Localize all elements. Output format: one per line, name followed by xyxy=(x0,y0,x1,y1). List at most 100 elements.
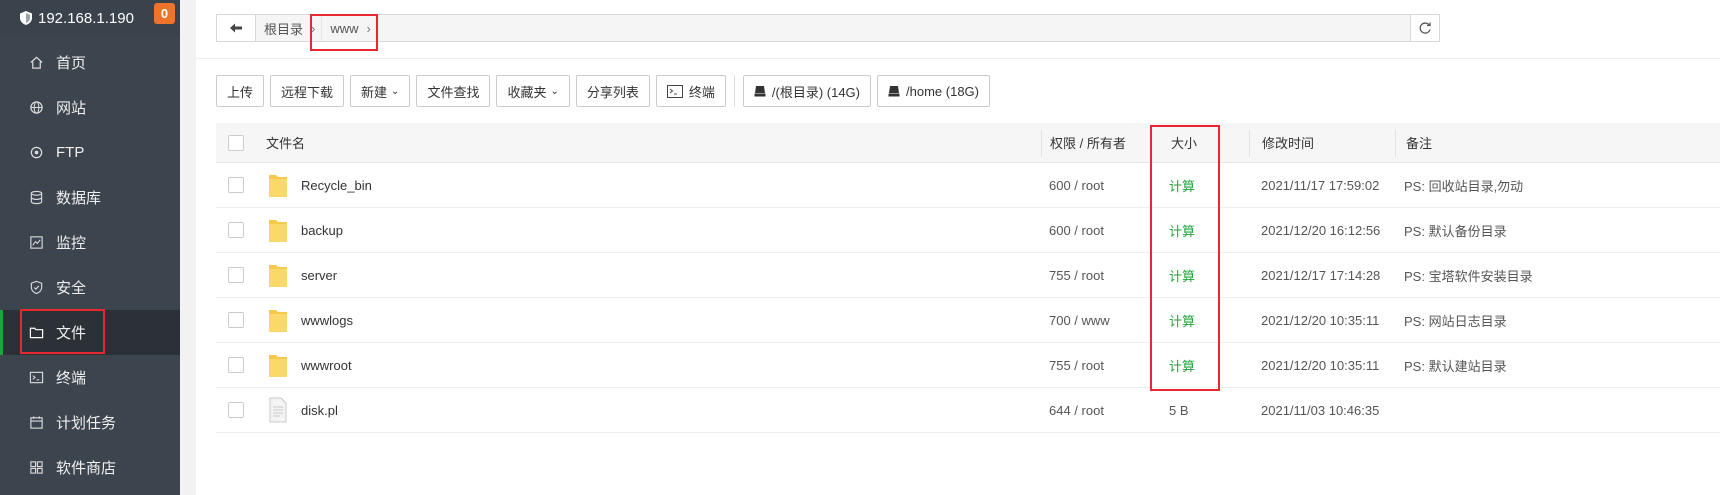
table-row[interactable]: wwwlogs 700 / www 计算 2021/12/20 10:35:11… xyxy=(216,298,1720,343)
folder-icon xyxy=(269,310,287,332)
sidebar-item-label: 数据库 xyxy=(56,190,102,207)
file-permission[interactable]: 600 / root xyxy=(1049,223,1104,238)
column-divider xyxy=(1041,129,1042,157)
apps-icon xyxy=(28,460,44,476)
file-permission[interactable]: 755 / root xyxy=(1049,268,1104,283)
share-list-button[interactable]: 分享列表 xyxy=(575,75,650,107)
disk-root-button[interactable]: /(根目录) (14G) xyxy=(742,75,872,107)
sidebar-item-security[interactable]: 安全 xyxy=(0,265,180,310)
sidebar: 192.168.1.190 0 首页 网站 FTP 数据库 监控 安全 文件 终… xyxy=(0,0,180,495)
file-search-label: 文件查找 xyxy=(427,84,480,100)
file-name[interactable]: disk.pl xyxy=(301,403,338,418)
folder-icon xyxy=(269,265,287,287)
table-row[interactable]: server 755 / root 计算 2021/12/17 17:14:28… xyxy=(216,253,1720,298)
upload-button[interactable]: 上传 xyxy=(216,75,265,107)
file-name[interactable]: wwwlogs xyxy=(301,313,353,328)
disk-home-label: /home (18G) xyxy=(906,83,979,99)
row-checkbox[interactable] xyxy=(228,357,244,373)
refresh-icon xyxy=(1419,22,1431,34)
sidebar-item-app-store[interactable]: 软件商店 xyxy=(0,445,180,490)
header-note: 备注 xyxy=(1406,136,1433,151)
sidebar-item-label: 计划任务 xyxy=(56,415,117,432)
sidebar-item-label: 安全 xyxy=(56,280,87,297)
file-permission[interactable]: 600 / root xyxy=(1049,178,1104,193)
calculate-size-link[interactable]: 计算 xyxy=(1169,221,1195,240)
table-row[interactable]: backup 600 / root 计算 2021/12/20 16:12:56… xyxy=(216,208,1720,253)
file-size: 5 B xyxy=(1169,402,1189,418)
home-icon xyxy=(28,55,44,71)
sidebar-item-label: 首页 xyxy=(56,55,87,72)
globe-icon xyxy=(28,100,44,116)
file-permission[interactable]: 700 / www xyxy=(1049,313,1110,328)
file-mtime: 2021/12/20 16:12:56 xyxy=(1261,222,1381,238)
row-checkbox[interactable] xyxy=(228,402,244,418)
table-row[interactable]: wwwroot 755 / root 计算 2021/12/20 10:35:1… xyxy=(216,343,1720,388)
new-label: 新建 xyxy=(361,84,388,100)
chevron-down-icon: ⌄ xyxy=(391,85,400,97)
terminal-button[interactable]: 终端 xyxy=(655,75,726,107)
file-mtime: 2021/11/17 17:59:02 xyxy=(1261,177,1380,193)
divider xyxy=(196,58,1720,59)
sidebar-item-website[interactable]: 网站 xyxy=(0,85,180,130)
disk-home-button[interactable]: /home (18G) xyxy=(877,75,990,107)
file-mtime: 2021/11/03 10:46:35 xyxy=(1261,402,1380,418)
row-checkbox[interactable] xyxy=(228,312,244,328)
remote-download-label: 远程下载 xyxy=(281,84,334,100)
header-filename[interactable]: 文件名 xyxy=(266,133,305,152)
table-row[interactable]: Recycle_bin 600 / root 计算 2021/11/17 17:… xyxy=(216,163,1720,208)
sidebar-item-label: 软件商店 xyxy=(56,460,117,477)
file-note: PS: 默认备份目录 xyxy=(1404,223,1507,239)
upload-label: 上传 xyxy=(227,84,254,100)
sidebar-item-cron[interactable]: 计划任务 xyxy=(0,400,180,445)
file-name[interactable]: backup xyxy=(301,223,343,238)
header-permission[interactable]: 权限 / 所有者 xyxy=(1050,133,1126,152)
sidebar-item-terminal[interactable]: 终端 xyxy=(0,355,180,400)
breadcrumb-root[interactable]: 根目录 › xyxy=(256,15,323,41)
sidebar-item-label: 终端 xyxy=(56,370,87,387)
column-divider xyxy=(1249,129,1250,157)
new-dropdown-button[interactable]: 新建 ⌄ xyxy=(350,75,411,107)
header-modified[interactable]: 修改时间 xyxy=(1262,133,1314,152)
calculate-size-link[interactable]: 计算 xyxy=(1169,266,1195,285)
breadcrumb-current-label: www xyxy=(330,20,359,36)
server-shield-icon xyxy=(20,11,32,25)
row-checkbox[interactable] xyxy=(228,222,244,238)
ftp-icon xyxy=(28,145,44,161)
monitor-icon xyxy=(28,235,44,251)
refresh-button[interactable] xyxy=(1410,14,1440,42)
header-size[interactable]: 大小 xyxy=(1171,133,1197,152)
sidebar-item-ftp[interactable]: FTP xyxy=(0,130,180,175)
path-bar[interactable]: 根目录 › www › xyxy=(216,14,1440,42)
select-all-checkbox[interactable] xyxy=(228,134,244,151)
breadcrumb-root-label: 根目录 xyxy=(264,21,304,37)
sidebar-item-files[interactable]: 文件 xyxy=(0,310,180,355)
folder-icon xyxy=(269,355,287,377)
terminal-icon xyxy=(28,370,44,386)
calculate-size-link[interactable]: 计算 xyxy=(1169,311,1195,330)
sidebar-item-database[interactable]: 数据库 xyxy=(0,175,180,220)
share-list-label: 分享列表 xyxy=(586,84,639,100)
notification-badge[interactable]: 0 xyxy=(154,3,175,24)
favorites-dropdown-button[interactable]: 收藏夹 ⌄ xyxy=(496,75,570,107)
file-name[interactable]: server xyxy=(301,268,337,283)
row-checkbox[interactable] xyxy=(228,177,244,193)
file-permission[interactable]: 644 / root xyxy=(1049,403,1104,418)
table-row[interactable]: disk.pl 644 / root 5 B 2021/11/03 10:46:… xyxy=(216,388,1720,433)
calculate-size-link[interactable]: 计算 xyxy=(1169,176,1195,195)
disk-root-label: /(根目录) (14G) xyxy=(771,84,861,100)
remote-download-button[interactable]: 远程下载 xyxy=(270,75,345,107)
file-name[interactable]: wwwroot xyxy=(301,358,352,373)
file-name[interactable]: Recycle_bin xyxy=(301,178,372,193)
table-header: 文件名 权限 / 所有者 大小 修改时间 备注 xyxy=(216,123,1720,163)
file-search-button[interactable]: 文件查找 xyxy=(416,75,491,107)
file-mtime: 2021/12/20 10:35:11 xyxy=(1261,312,1380,328)
sidebar-item-label: 监控 xyxy=(56,235,87,252)
file-permission[interactable]: 755 / root xyxy=(1049,358,1104,373)
server-header[interactable]: 192.168.1.190 xyxy=(0,0,180,36)
breadcrumb-current[interactable]: www › xyxy=(322,15,377,41)
sidebar-item-home[interactable]: 首页 xyxy=(0,40,180,85)
sidebar-item-monitor[interactable]: 监控 xyxy=(0,220,180,265)
back-button[interactable] xyxy=(217,15,256,41)
calculate-size-link[interactable]: 计算 xyxy=(1169,356,1195,375)
row-checkbox[interactable] xyxy=(228,267,244,283)
